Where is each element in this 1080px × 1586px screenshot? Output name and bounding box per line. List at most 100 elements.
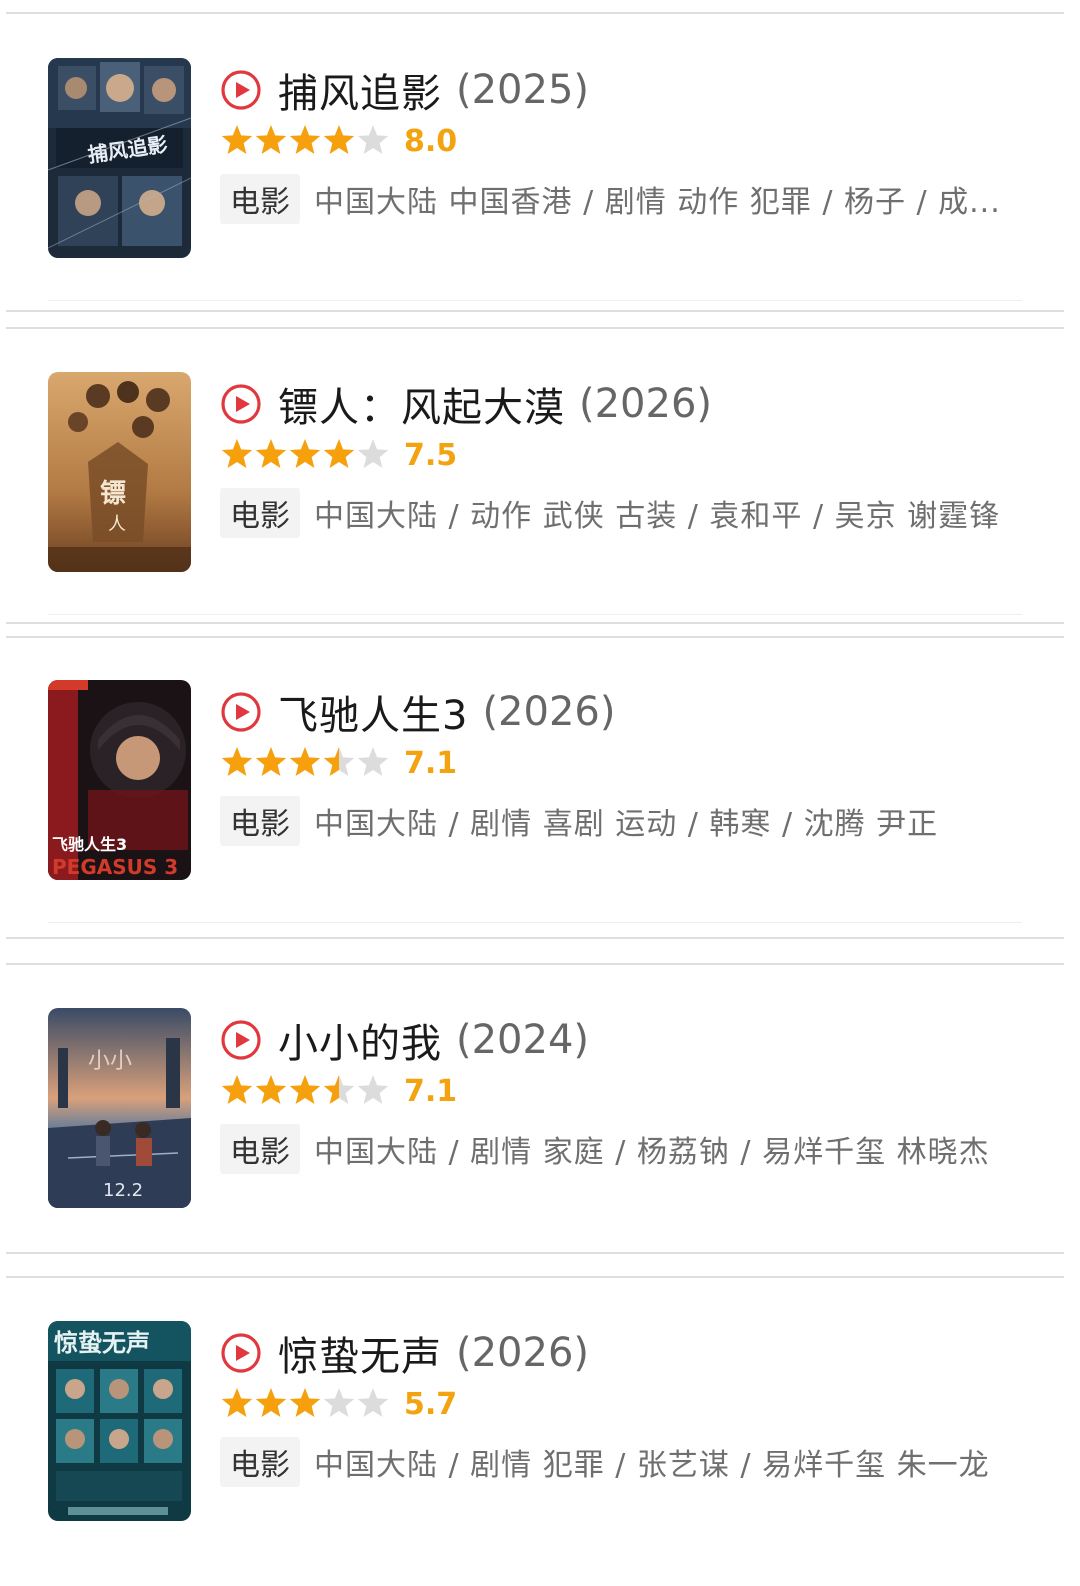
movie-info: 中国大陆 / 剧情 犯罪 / 张艺谋 / 易烊千玺 朱一龙: [314, 1448, 990, 1483]
movie-year: (2026): [482, 689, 616, 735]
divider: [6, 327, 1064, 329]
rating-row: 7.5: [220, 434, 457, 476]
movie-poster[interactable]: 飞驰人生3 PEGASUS 3: [48, 680, 191, 880]
rating-score: 7.1: [404, 1073, 458, 1109]
star-icon: [357, 439, 389, 468]
info-row: 电影 中国大陆 / 剧情 喜剧 运动 / 韩寒 / 沈腾 尹正: [220, 796, 1010, 846]
star-icon: [323, 1075, 355, 1104]
star-rating: [221, 439, 389, 468]
movie-year: (2026): [456, 1330, 590, 1376]
star-icon: [323, 1388, 355, 1417]
play-icon[interactable]: [220, 691, 262, 733]
movie-title[interactable]: 镖人：风起大漠: [278, 375, 565, 433]
movie-poster[interactable]: 12.2 小小: [48, 1008, 191, 1208]
divider: [6, 937, 1064, 939]
star-icon: [255, 747, 287, 776]
divider: [6, 1252, 1064, 1254]
star-icon: [289, 747, 321, 776]
rating-score: 7.1: [404, 745, 458, 781]
title-row: 捕风追影 (2025): [220, 62, 589, 118]
info-row: 电影 中国大陆 / 剧情 家庭 / 杨荔钠 / 易烊千玺 林晓杰: [220, 1124, 1010, 1174]
movie-title[interactable]: 惊蛰无声: [278, 1324, 442, 1382]
movie-title[interactable]: 小小的我: [278, 1011, 442, 1069]
divider: [48, 300, 1022, 301]
category-tag: 电影: [220, 1124, 300, 1174]
divider: [6, 310, 1064, 312]
movie-card[interactable]: 捕风追影 捕风追影 (2025) 8.0 电影 中国大陆 中国香港 / 剧情 动: [0, 58, 1080, 278]
svg-text:12.2: 12.2: [103, 1180, 143, 1201]
info-row: 电影 中国大陆 中国香港 / 剧情 动作 犯罪 / 杨子 / 成...: [220, 174, 1010, 224]
star-icon: [255, 1075, 287, 1104]
star-icon: [255, 1388, 287, 1417]
category-tag: 电影: [220, 1437, 300, 1487]
rating-row: 8.0: [220, 120, 457, 162]
star-rating: [221, 125, 389, 154]
info-row: 电影 中国大陆 / 剧情 犯罪 / 张艺谋 / 易烊千玺 朱一龙: [220, 1437, 1010, 1487]
movie-info: 中国大陆 中国香港 / 剧情 动作 犯罪 / 杨子 / 成...: [314, 185, 1001, 220]
play-icon[interactable]: [220, 1019, 262, 1061]
movie-poster[interactable]: 镖 人: [48, 372, 191, 572]
movie-year: (2026): [579, 381, 713, 427]
play-icon[interactable]: [220, 69, 262, 111]
movie-info: 中国大陆 / 剧情 家庭 / 杨荔钠 / 易烊千玺 林晓杰: [314, 1135, 990, 1170]
svg-text:镖: 镖: [100, 478, 126, 509]
movie-card[interactable]: 飞驰人生3 PEGASUS 3 飞驰人生3 (2026) 7.1 电影 中国大陆…: [0, 680, 1080, 900]
title-row: 飞驰人生3 (2026): [220, 684, 615, 740]
play-icon[interactable]: [220, 383, 262, 425]
star-icon: [289, 125, 321, 154]
divider: [6, 1276, 1064, 1278]
movie-title[interactable]: 飞驰人生3: [278, 683, 468, 741]
movie-year: (2025): [456, 67, 590, 113]
rating-score: 7.5: [404, 437, 458, 473]
star-icon: [323, 747, 355, 776]
rating-row: 7.1: [220, 742, 457, 784]
svg-text:飞驰人生3: 飞驰人生3: [52, 835, 127, 854]
svg-text:人: 人: [108, 514, 126, 535]
svg-text:小小: 小小: [88, 1049, 132, 1074]
star-icon: [289, 439, 321, 468]
title-row: 惊蛰无声 (2026): [220, 1325, 589, 1381]
svg-text:惊蛰无声: 惊蛰无声: [54, 1328, 150, 1357]
play-icon[interactable]: [220, 1332, 262, 1374]
movie-poster[interactable]: 惊蛰无声: [48, 1321, 191, 1521]
star-icon: [221, 1075, 253, 1104]
svg-text:PEGASUS 3: PEGASUS 3: [52, 855, 178, 879]
rating-score: 5.7: [404, 1386, 458, 1422]
movie-card[interactable]: 镖 人 镖人：风起大漠 (2026) 7.5 电影 中国大陆 / 动作 武侠 古…: [0, 372, 1080, 592]
star-rating: [221, 1075, 389, 1104]
category-tag: 电影: [220, 174, 300, 224]
star-icon: [289, 1075, 321, 1104]
divider: [48, 922, 1022, 923]
star-icon: [221, 125, 253, 154]
star-rating: [221, 747, 389, 776]
rating-row: 5.7: [220, 1383, 457, 1425]
divider: [6, 963, 1064, 965]
rating-score: 8.0: [404, 123, 458, 159]
star-icon: [357, 1388, 389, 1417]
star-icon: [221, 439, 253, 468]
movie-poster[interactable]: 捕风追影: [48, 58, 191, 258]
divider: [48, 614, 1022, 615]
movie-card[interactable]: 12.2 小小 小小的我 (2024) 7.1 电影 中国大陆 / 剧情 家庭 …: [0, 1008, 1080, 1228]
star-rating: [221, 1388, 389, 1417]
star-icon: [357, 747, 389, 776]
star-icon: [221, 747, 253, 776]
info-row: 电影 中国大陆 / 动作 武侠 古装 / 袁和平 / 吴京 谢霆锋: [220, 488, 1010, 538]
movie-info: 中国大陆 / 剧情 喜剧 运动 / 韩寒 / 沈腾 尹正: [314, 807, 939, 842]
star-icon: [323, 125, 355, 154]
rating-row: 7.1: [220, 1070, 457, 1112]
star-icon: [357, 125, 389, 154]
star-icon: [289, 1388, 321, 1417]
movie-title[interactable]: 捕风追影: [278, 61, 442, 119]
star-icon: [255, 125, 287, 154]
category-tag: 电影: [220, 488, 300, 538]
divider: [6, 622, 1064, 624]
movie-info: 中国大陆 / 动作 武侠 古装 / 袁和平 / 吴京 谢霆锋: [314, 499, 1001, 534]
divider: [6, 12, 1064, 14]
star-icon: [255, 439, 287, 468]
movie-card[interactable]: 惊蛰无声 惊蛰无声 (2026) 5.7 电影 中国大陆 / 剧情 犯罪 / 张…: [0, 1321, 1080, 1541]
star-icon: [221, 1388, 253, 1417]
title-row: 小小的我 (2024): [220, 1012, 589, 1068]
category-tag: 电影: [220, 796, 300, 846]
star-icon: [323, 439, 355, 468]
